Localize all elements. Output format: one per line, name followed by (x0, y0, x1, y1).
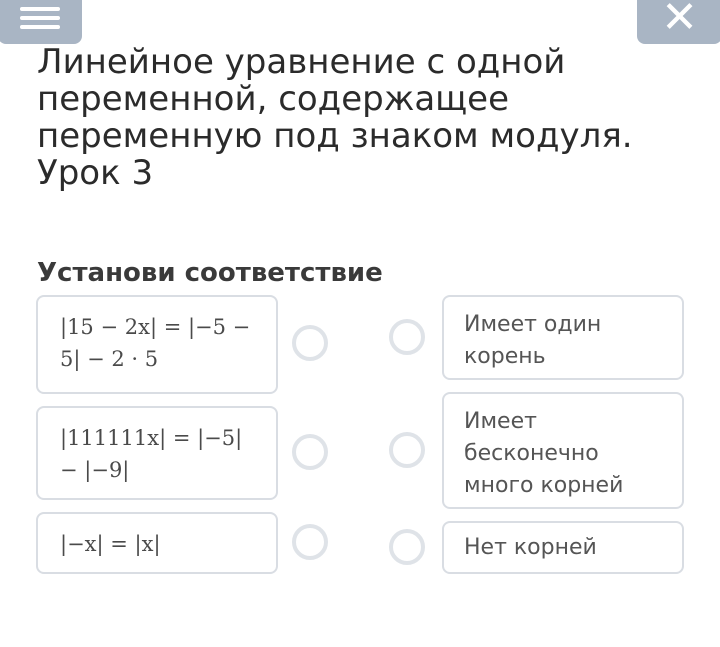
right-radio-3[interactable] (389, 529, 425, 565)
equation-line: |−x| = |x| (60, 532, 161, 556)
right-radio-1[interactable] (389, 319, 425, 355)
answer-text: Имеет один корень (464, 312, 602, 369)
left-radio-1[interactable] (292, 325, 328, 361)
equation-line: 5| − 2 · 5 (60, 347, 159, 371)
menu-icon (20, 7, 60, 29)
page-title: Линейное уравнение с одной переменной, с… (37, 42, 633, 193)
equation-card-2[interactable]: |111111x| = |−5| − |−9| (36, 406, 278, 500)
answer-card-1[interactable]: Имеет один корень (442, 295, 684, 380)
right-radio-2[interactable] (389, 432, 425, 468)
equation-line: |111111x| = |−5| (60, 426, 243, 450)
equation-line: |15 − 2x| = |−5 − (60, 315, 251, 339)
answer-text: Имеет бесконечно много корней (464, 409, 624, 498)
equation-line: − |−9| (60, 458, 130, 482)
close-icon: ✕ (661, 0, 698, 43)
equation-card-1[interactable]: |15 − 2x| = |−5 − 5| − 2 · 5 (36, 295, 278, 394)
equation-text: |−x| = |x| (60, 528, 262, 560)
answer-card-2[interactable]: Имеет бесконечно много корней (442, 392, 684, 509)
equation-card-3[interactable]: |−x| = |x| (36, 512, 278, 574)
left-radio-2[interactable] (292, 434, 328, 470)
answer-card-3[interactable]: Нет корней (442, 521, 684, 574)
instruction-heading: Установи соответствие (37, 258, 383, 288)
close-button[interactable]: ✕ (637, 0, 720, 44)
menu-button[interactable] (0, 0, 82, 44)
equation-text: |15 − 2x| = |−5 − 5| − 2 · 5 (60, 311, 262, 375)
left-radio-3[interactable] (292, 524, 328, 560)
equation-text: |111111x| = |−5| − |−9| (60, 422, 262, 486)
answer-text: Нет корней (464, 535, 597, 560)
